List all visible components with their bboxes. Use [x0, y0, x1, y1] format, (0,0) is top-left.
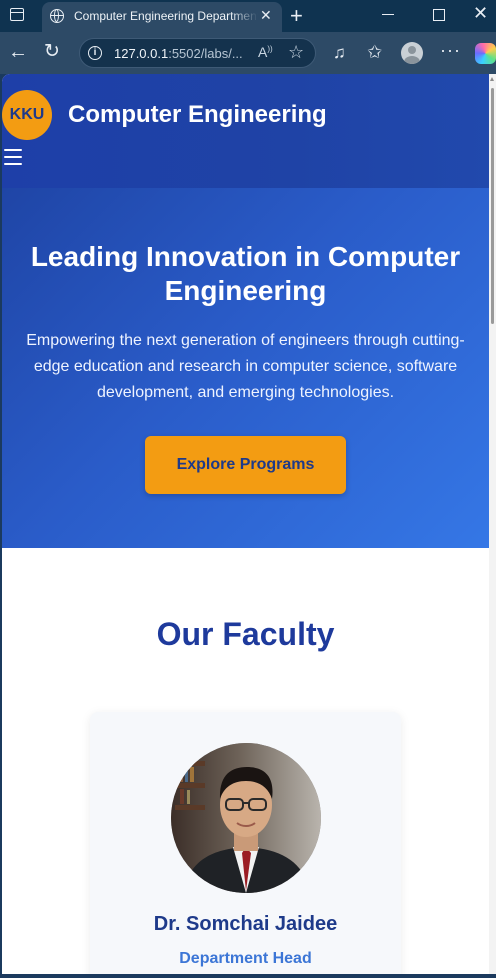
- tab-switcher-icon[interactable]: [10, 8, 24, 21]
- minimize-icon[interactable]: [382, 14, 394, 15]
- globe-icon: [50, 9, 64, 23]
- faculty-portrait: [171, 743, 321, 893]
- address-bar[interactable]: i 127.0.0.1:5502/labs/... A)) ☆: [79, 38, 316, 68]
- plus-icon[interactable]: +: [290, 3, 303, 29]
- extensions-icon[interactable]: ♫: [333, 44, 346, 62]
- info-icon[interactable]: i: [88, 46, 102, 60]
- scroll-thumb[interactable]: [491, 88, 494, 324]
- scroll-up-icon[interactable]: [490, 77, 494, 81]
- tab-title: Computer Engineering Department: [74, 9, 258, 23]
- faculty-card[interactable]: Dr. Somchai Jaidee Department Head: [90, 712, 401, 974]
- avatar: [171, 743, 321, 893]
- faculty-section-title: Our Faculty: [156, 616, 335, 652]
- faculty-role: Department Head: [179, 950, 312, 967]
- site-title[interactable]: Computer Engineering: [68, 101, 327, 129]
- window-close-icon[interactable]: ✕: [473, 3, 488, 24]
- more-icon[interactable]: ···: [440, 41, 461, 59]
- logo[interactable]: KKU: [2, 90, 52, 140]
- copilot-icon[interactable]: [475, 43, 496, 64]
- read-aloud-icon[interactable]: A)): [258, 44, 273, 60]
- explore-programs-button[interactable]: Explore Programs: [145, 436, 346, 494]
- maximize-icon[interactable]: [433, 9, 445, 21]
- hamburger-menu-icon[interactable]: [4, 149, 22, 165]
- page-viewport: KKU Computer Engineering Leading Innovat…: [2, 74, 489, 974]
- site-header: KKU Computer Engineering: [2, 74, 489, 188]
- hero-title: Leading Innovation in Computer Engineeri…: [30, 241, 461, 306]
- back-icon[interactable]: ←: [8, 42, 28, 62]
- url-path: :5502/labs/...: [168, 46, 243, 61]
- scrollbar[interactable]: [489, 74, 496, 974]
- hero-subtitle: Empowering the next generation of engine…: [26, 332, 465, 401]
- url-text[interactable]: 127.0.0.1:5502/labs/...: [114, 46, 243, 61]
- browser-tab-bar: Computer Engineering Department ✕ + ✕: [0, 0, 496, 32]
- favorites-icon[interactable]: ✩: [367, 43, 382, 61]
- url-host: 127.0.0.1: [114, 46, 169, 61]
- faculty-name: Dr. Somchai Jaidee: [153, 913, 338, 935]
- hero-section: Leading Innovation in Computer Engineeri…: [2, 188, 489, 548]
- browser-tab[interactable]: Computer Engineering Department ✕: [42, 2, 282, 32]
- profile-icon[interactable]: [401, 42, 423, 64]
- reload-icon[interactable]: ↻: [44, 42, 60, 61]
- close-icon[interactable]: ✕: [260, 7, 272, 24]
- browser-toolbar: ← ↻ i 127.0.0.1:5502/labs/... A)) ☆ ♫ ✩ …: [0, 32, 496, 74]
- star-icon[interactable]: ☆: [288, 42, 304, 63]
